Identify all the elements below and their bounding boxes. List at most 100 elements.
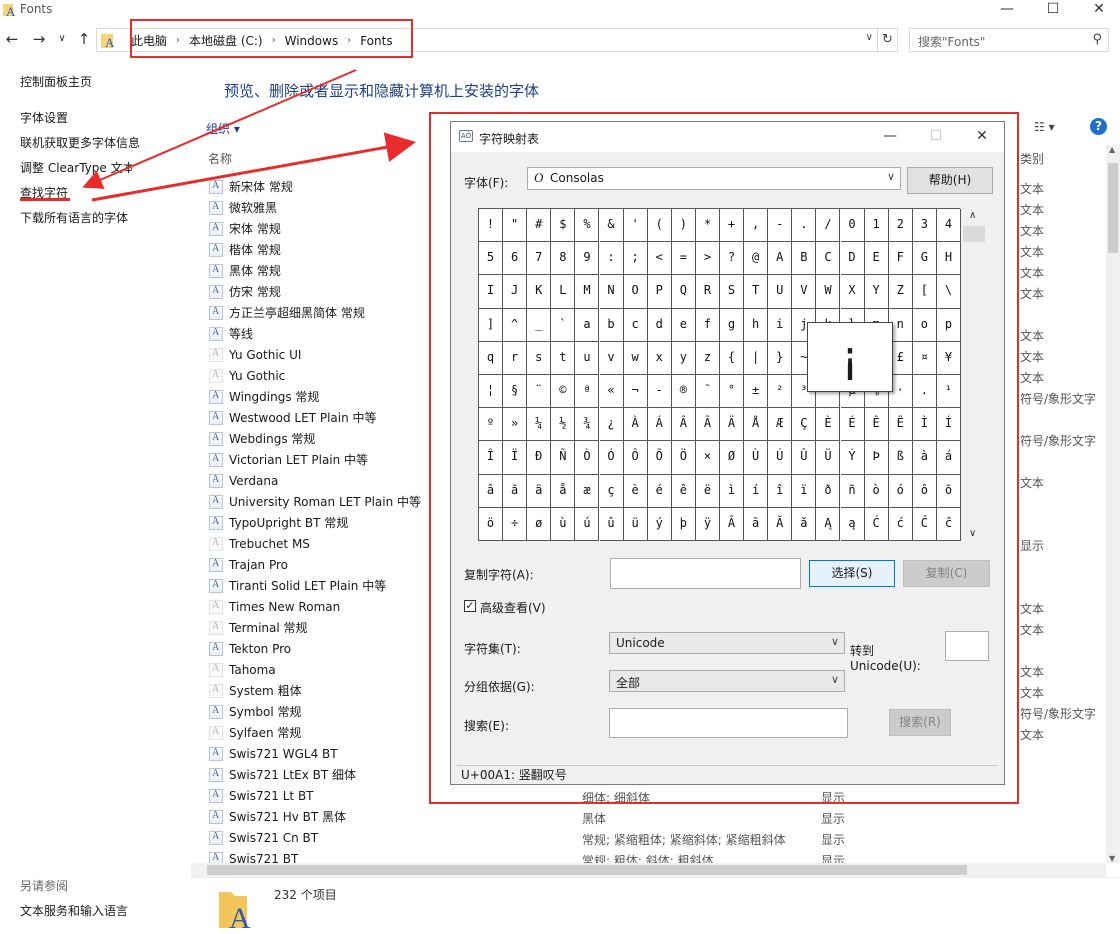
character-cell[interactable]: v	[599, 341, 624, 375]
character-cell[interactable]: ?	[720, 242, 745, 276]
font-list-item[interactable]: 仿宋 常规	[209, 281, 281, 302]
character-cell[interactable]: 3	[912, 209, 937, 243]
font-list-item[interactable]: 黑体 常规	[209, 260, 281, 281]
character-cell[interactable]: Æ	[768, 408, 793, 442]
character-cell[interactable]: O	[623, 275, 648, 309]
character-cell[interactable]: ć	[888, 507, 913, 541]
up-arrow-icon[interactable]: ↑	[74, 29, 94, 49]
character-cell[interactable]: P	[647, 275, 672, 309]
character-cell[interactable]: Ø	[720, 441, 745, 475]
character-cell[interactable]: w	[623, 341, 648, 375]
character-cell[interactable]: L	[551, 275, 576, 309]
character-cell[interactable]: ¹	[936, 375, 961, 409]
font-list-item[interactable]: Trebuchet MS	[209, 533, 310, 554]
character-cell[interactable]: á	[936, 441, 961, 475]
character-cell[interactable]: u	[575, 341, 600, 375]
font-list-item[interactable]: Tahoma	[209, 659, 276, 680]
character-cell[interactable]: N	[599, 275, 624, 309]
font-list-item[interactable]: System 粗体	[209, 680, 302, 701]
character-cell[interactable]: 2	[888, 209, 913, 243]
character-cell[interactable]: Ì	[912, 408, 937, 442]
history-chevron-icon[interactable]: ∨	[52, 29, 72, 49]
character-cell[interactable]: ý	[647, 507, 672, 541]
character-cell[interactable]: Ë	[888, 408, 913, 442]
character-cell[interactable]: ó	[888, 474, 913, 508]
character-cell[interactable]: 1	[864, 209, 889, 243]
character-cell[interactable]: >	[695, 242, 720, 276]
character-cell[interactable]: @	[744, 242, 769, 276]
character-cell[interactable]: Â	[671, 408, 696, 442]
character-cell[interactable]: D	[840, 242, 865, 276]
character-cell[interactable]: î	[768, 474, 793, 508]
character-cell[interactable]: ë	[695, 474, 720, 508]
font-list-item[interactable]: Swis721 LtEx BT 细体	[209, 764, 356, 785]
character-cell[interactable]: -	[768, 209, 793, 243]
font-list-item[interactable]: Terminal 常规	[209, 617, 308, 638]
help-icon[interactable]: ?	[1090, 118, 1107, 135]
character-cell[interactable]: ö	[479, 507, 504, 541]
character-cell[interactable]: |	[744, 341, 769, 375]
character-cell[interactable]: Z	[888, 275, 913, 309]
character-cell[interactable]: ©	[551, 375, 576, 409]
search-icon[interactable]: ⚲	[1092, 32, 1102, 47]
character-cell[interactable]: û	[599, 507, 624, 541]
character-cell[interactable]: ÿ	[695, 507, 720, 541]
character-cell[interactable]: ¼	[527, 408, 552, 442]
character-cell[interactable]: 0	[840, 209, 865, 243]
character-cell[interactable]: `	[551, 308, 576, 342]
column-header-name[interactable]: 名称	[208, 150, 232, 167]
character-cell[interactable]: s	[527, 341, 552, 375]
character-cell[interactable]: ¤	[912, 341, 937, 375]
character-cell[interactable]: 6	[503, 242, 528, 276]
help-button[interactable]: 帮助(H)	[907, 167, 993, 194]
character-cell[interactable]: ą	[840, 507, 865, 541]
character-cell[interactable]: B	[792, 242, 817, 276]
character-cell[interactable]: Y	[864, 275, 889, 309]
character-cell[interactable]: ¦	[479, 375, 504, 409]
address-bar[interactable]: A 此电脑 › 本地磁盘 (C:) › Windows › Fonts ∨	[96, 28, 878, 52]
character-cell[interactable]: .	[912, 375, 937, 409]
character-cell[interactable]: ï	[792, 474, 817, 508]
character-cell[interactable]: r	[503, 341, 528, 375]
character-cell[interactable]: Ú	[768, 441, 793, 475]
character-cell[interactable]: e	[671, 308, 696, 342]
character-cell[interactable]: ¯	[695, 375, 720, 409]
character-cell[interactable]: í	[744, 474, 769, 508]
character-cell[interactable]: Ý	[840, 441, 865, 475]
character-cell[interactable]: f	[695, 308, 720, 342]
character-cell[interactable]: é	[647, 474, 672, 508]
close-button[interactable]: ✕	[1076, 0, 1120, 22]
character-cell[interactable]: g	[720, 308, 745, 342]
character-cell[interactable]: I	[479, 275, 504, 309]
character-cell[interactable]: S	[720, 275, 745, 309]
character-cell[interactable]: Ï	[503, 441, 528, 475]
character-cell[interactable]: Õ	[647, 441, 672, 475]
column-header-type[interactable]: 类别	[1020, 150, 1044, 167]
character-cell[interactable]: Ñ	[551, 441, 576, 475]
font-list-item[interactable]: Swis721 Lt BT	[209, 785, 314, 806]
character-cell[interactable]: ½	[551, 408, 576, 442]
font-list-item[interactable]: Yu Gothic	[209, 365, 285, 386]
text-services-link[interactable]: 文本服务和输入语言	[20, 902, 128, 919]
character-cell[interactable]: Å	[744, 408, 769, 442]
character-cell[interactable]: ®	[671, 375, 696, 409]
character-cell[interactable]: Á	[647, 408, 672, 442]
character-cell[interactable]: ,	[744, 209, 769, 243]
character-cell[interactable]: z	[695, 341, 720, 375]
character-cell[interactable]: Þ	[864, 441, 889, 475]
font-list-item[interactable]: Swis721 WGL4 BT	[209, 743, 338, 764]
character-cell[interactable]: Ó	[599, 441, 624, 475]
character-cell[interactable]: :	[599, 242, 624, 276]
character-cell[interactable]: Ą	[816, 507, 841, 541]
character-cell[interactable]: "	[503, 209, 528, 243]
character-cell[interactable]: <	[647, 242, 672, 276]
character-cell[interactable]: h	[744, 308, 769, 342]
character-cell[interactable]: X	[840, 275, 865, 309]
character-cell[interactable]: p	[936, 308, 961, 342]
font-list-item[interactable]: Tekton Pro	[209, 638, 291, 659]
scroll-down-icon[interactable]: ▼	[1109, 854, 1115, 863]
character-cell[interactable]: ¥	[936, 341, 961, 375]
character-cell[interactable]: 5	[479, 242, 504, 276]
character-cell[interactable]: o	[912, 308, 937, 342]
character-cell[interactable]: ð	[816, 474, 841, 508]
